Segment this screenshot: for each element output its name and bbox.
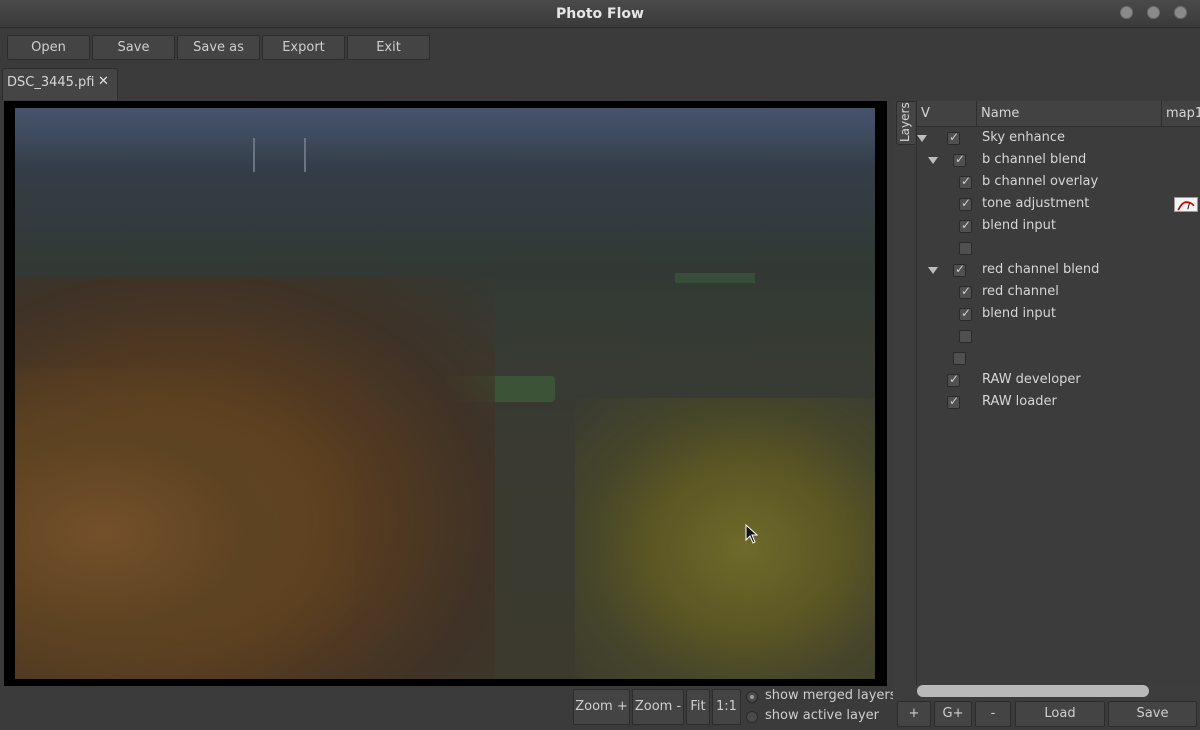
title-bar: Photo Flow [0,0,1200,28]
tab-dsc-3445[interactable]: DSC_3445.pfi ✕ [2,68,118,100]
save-preset-button[interactable]: Save [1108,701,1197,727]
layer-row[interactable]: RAW developer [917,370,1200,392]
visibility-checkbox[interactable] [959,306,972,321]
autumn-tree-left [15,368,355,679]
window-title: Photo Flow [556,6,644,22]
add-group-button[interactable]: G+ [934,701,972,727]
column-map[interactable]: map1 [1162,101,1200,127]
visibility-checkbox[interactable] [947,394,960,409]
layer-name: RAW loader [982,394,1057,409]
exit-button[interactable]: Exit [347,35,430,60]
layer-row[interactable] [917,326,1200,348]
layer-row[interactable]: blend input [917,304,1200,326]
save-button[interactable]: Save [92,35,175,60]
mouse-cursor-icon [745,524,759,544]
visibility-checkbox[interactable] [953,262,966,277]
close-icon[interactable]: ✕ [98,74,109,89]
visibility-checkbox[interactable] [959,218,972,233]
radio-indicator[interactable] [746,691,758,703]
zoom-out-button[interactable]: Zoom - [632,689,684,725]
fit-button[interactable]: Fit [686,689,710,725]
layers-horizontal-scrollbar[interactable] [917,685,1149,697]
layer-row[interactable]: red channel [917,282,1200,304]
wind-turbine [304,138,306,172]
layer-name: tone adjustment [982,196,1090,211]
show-merged-label: show merged layers [765,688,897,703]
visibility-checkbox[interactable] [947,130,960,145]
layer-row[interactable]: tone adjustment [917,194,1200,216]
zoom-in-button[interactable]: Zoom + [573,689,630,725]
layer-row[interactable]: red channel blend [917,260,1200,282]
layer-row[interactable]: b channel blend [917,150,1200,172]
layer-name: b channel blend [982,152,1087,167]
minimize-button[interactable] [1120,6,1133,19]
column-name[interactable]: Name [977,101,1162,127]
layers-tab-label: Layers [898,102,912,142]
layer-row[interactable]: Sky enhance [917,128,1200,150]
expander-icon[interactable] [917,135,927,142]
remove-layer-button[interactable]: - [975,701,1011,727]
one-to-one-button[interactable]: 1:1 [712,689,741,725]
radio-indicator[interactable] [746,711,758,723]
layer-row[interactable] [917,238,1200,260]
layer-row[interactable] [917,348,1200,370]
visibility-checkbox[interactable] [959,284,972,299]
curve-thumbnail-icon[interactable] [1174,197,1198,212]
photo-preview [15,108,875,679]
layers-tree[interactable]: V Name map1 Sky enhance b channel blend … [916,101,1200,685]
layer-name: red channel blend [982,262,1100,277]
expander-icon[interactable] [928,157,938,164]
add-layer-button[interactable]: + [897,701,931,727]
autumn-tree-right [575,398,875,679]
layer-name: blend input [982,306,1056,321]
layer-name: b channel overlay [982,174,1099,189]
visibility-checkbox[interactable] [947,372,960,387]
load-preset-button[interactable]: Load [1015,701,1105,727]
maximize-button[interactable] [1147,6,1160,19]
visibility-checkbox[interactable] [959,174,972,189]
visibility-checkbox[interactable] [953,352,966,365]
tab-label: DSC_3445.pfi [7,75,95,90]
layer-name: blend input [982,218,1056,233]
visibility-checkbox[interactable] [959,242,972,255]
layer-name: red channel [982,284,1059,299]
layer-name: RAW developer [982,372,1081,387]
visibility-checkbox[interactable] [953,152,966,167]
green-field [675,273,755,283]
sky-haze [15,108,875,168]
layer-row[interactable]: RAW loader [917,392,1200,414]
layer-row[interactable]: b channel overlay [917,172,1200,194]
export-button[interactable]: Export [262,35,345,60]
open-button[interactable]: Open [7,35,90,60]
save-as-button[interactable]: Save as [177,35,260,60]
close-window-button[interactable] [1174,6,1187,19]
visibility-checkbox[interactable] [959,196,972,211]
main-toolbar: Open Save Save as Export Exit [0,28,1200,66]
tab-layers[interactable]: Layers [896,101,915,145]
layer-row[interactable]: blend input [917,216,1200,238]
visibility-checkbox[interactable] [959,330,972,343]
expander-icon[interactable] [928,267,938,274]
wind-turbine [253,138,255,172]
layer-name: Sky enhance [982,130,1065,145]
column-visible[interactable]: V [917,101,977,127]
image-viewer[interactable] [4,101,887,686]
show-active-label: show active layer [765,708,879,723]
